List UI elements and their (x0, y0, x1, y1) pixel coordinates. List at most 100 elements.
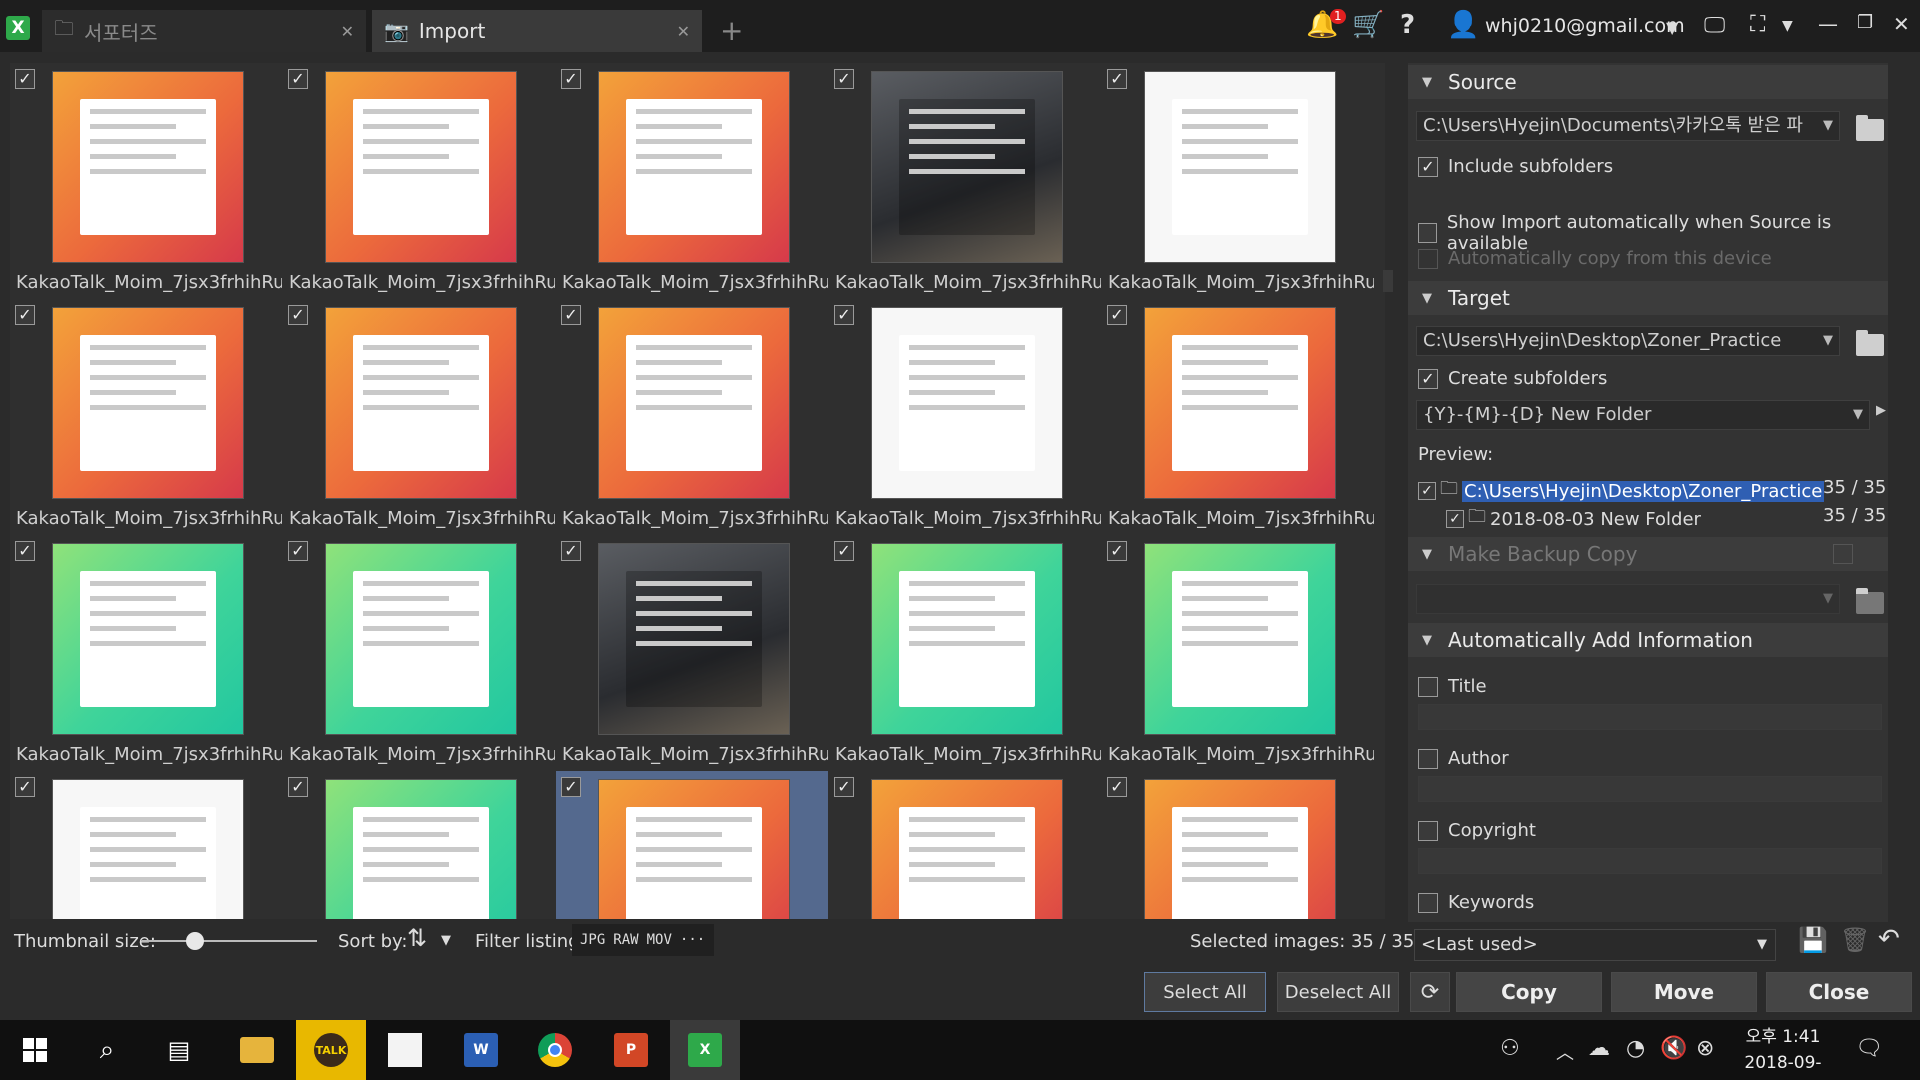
thumbnail-item[interactable]: ✓KakaoTalk_Moim_7jsx3frhihRu0... (829, 535, 1101, 771)
filter-raw[interactable]: RAW (613, 932, 638, 948)
volume-mute-icon[interactable]: 🔇 (1660, 1036, 1687, 1061)
thumbnail-image[interactable] (598, 543, 790, 735)
search-icon[interactable]: ⌕ (72, 1020, 142, 1080)
deselect-all-button[interactable]: Deselect All (1277, 972, 1399, 1012)
restore-icon[interactable]: ❐ (1857, 12, 1873, 33)
thumbnail-image[interactable] (598, 307, 790, 499)
thumbnail-image[interactable] (52, 543, 244, 735)
thumbnail-item[interactable]: ✓KakaoTalk_Moim_7jsx3frhihRu0... (283, 771, 555, 919)
tab-import[interactable]: 📷 Import ✕ (372, 10, 702, 52)
thumbnail-checkbox[interactable]: ✓ (1107, 541, 1127, 561)
thumbnail-checkbox[interactable]: ✓ (15, 305, 35, 325)
filter-listing[interactable]: JPG RAW MOV ··· (572, 924, 714, 956)
thumbnail-item[interactable]: ✓KakaoTalk_Moim_7jsx3frhihRu0... (829, 771, 1101, 919)
wifi-icon[interactable]: ◔ (1626, 1036, 1645, 1061)
title-input[interactable] (1418, 704, 1882, 730)
thumbnail-image[interactable] (871, 543, 1063, 735)
thumbnail-image[interactable] (598, 71, 790, 263)
thumbnail-checkbox[interactable]: ✓ (288, 305, 308, 325)
backup-checkbox[interactable] (1833, 544, 1853, 564)
checkbox[interactable] (1418, 676, 1438, 697)
thumbnail-item[interactable]: ✓KakaoTalk_Moim_7jsx3frhihRu0... (10, 771, 282, 919)
thumbnail-checkbox[interactable]: ✓ (561, 69, 581, 89)
people-icon[interactable]: ⚇ (1500, 1036, 1520, 1061)
checkbox[interactable] (1418, 892, 1438, 913)
thumbnail-checkbox[interactable]: ✓ (1107, 777, 1127, 797)
backup-section-header[interactable]: ▼ Make Backup Copy (1408, 537, 1888, 571)
thumbnail-image[interactable] (871, 71, 1063, 263)
thumbnail-checkbox[interactable]: ✓ (834, 777, 854, 797)
checkbox[interactable]: ✓ (1418, 368, 1438, 389)
save-preset-icon[interactable]: 💾 (1798, 926, 1828, 954)
thumbnail-checkbox[interactable]: ✓ (288, 541, 308, 561)
close-window-icon[interactable]: ✕ (1893, 12, 1910, 36)
thumbnail-image[interactable] (52, 779, 244, 919)
thumbnail-image[interactable] (325, 779, 517, 919)
author-checkbox[interactable]: Author (1418, 748, 1509, 769)
filter-jpg[interactable]: JPG (580, 932, 605, 948)
sort-order-icon[interactable]: ⇅ (407, 924, 427, 952)
close-circle-icon[interactable]: ⊗ (1696, 1036, 1714, 1061)
checkbox[interactable] (1418, 820, 1438, 841)
source-path-select[interactable]: C:\Users\Hyejin\Documents\카카오톡 받은 파 ▼ (1416, 111, 1840, 141)
chevron-down-icon[interactable]: ▼ (1666, 18, 1678, 37)
thumbnail-item[interactable]: ✓KakaoTalk_Moim_7jsx3frhihRu0... (556, 771, 828, 919)
thumbnail-checkbox[interactable]: ✓ (1107, 69, 1127, 89)
title-checkbox[interactable]: Title (1418, 676, 1487, 697)
fullscreen-icon[interactable]: ⛶ (1750, 12, 1765, 37)
thumbnail-checkbox[interactable]: ✓ (288, 69, 308, 89)
file-explorer-icon[interactable] (222, 1020, 292, 1080)
copyright-checkbox[interactable]: Copyright (1418, 820, 1536, 841)
thumbnail-item[interactable]: ✓KakaoTalk_Moim_7jsx3frhihRu0... (283, 535, 555, 771)
checkbox[interactable]: ✓ (1446, 510, 1464, 528)
thumbnail-image[interactable] (52, 71, 244, 263)
thumbnail-image[interactable] (325, 71, 517, 263)
browse-folder-icon[interactable] (1856, 330, 1884, 356)
grid-scrollbar[interactable] (1383, 270, 1393, 292)
thumbnail-image[interactable] (52, 307, 244, 499)
thumbnail-checkbox[interactable]: ✓ (834, 69, 854, 89)
zoner-photo-studio-icon[interactable]: X (670, 1020, 740, 1080)
folder-pattern-select[interactable]: {Y}-{M}-{D} New Folder ▼ (1416, 400, 1870, 430)
thumbnail-item[interactable]: ✓KakaoTalk_Moim_7jsx3frhihRu0... (556, 535, 828, 771)
thumbnail-item[interactable]: ✓KakaoTalk_Moim_7jsx3frhihRu0... (1102, 535, 1374, 771)
thumbnail-image[interactable] (325, 307, 517, 499)
user-email[interactable]: whj0210@gmail.com (1485, 15, 1685, 37)
action-center-icon[interactable]: 🗨 (1855, 1036, 1883, 1061)
thumbnail-checkbox[interactable]: ✓ (288, 777, 308, 797)
thumbnail-item[interactable]: ✓KakaoTalk_Moim_7jsx3frhihRu0... (283, 63, 555, 299)
author-input[interactable] (1418, 776, 1882, 802)
refresh-icon[interactable]: ⟳ (1410, 972, 1450, 1012)
chrome-icon[interactable] (520, 1020, 590, 1080)
help-icon[interactable]: ? (1400, 10, 1415, 40)
tab-supporters[interactable]: 🗀 서포터즈 ✕ (42, 10, 366, 52)
panel-scrollbar[interactable] (1895, 66, 1907, 918)
checkbox[interactable] (1418, 748, 1438, 769)
thumbnail-image[interactable] (1144, 543, 1336, 735)
thumbnail-checkbox[interactable]: ✓ (834, 305, 854, 325)
thumbnail-item[interactable]: ✓KakaoTalk_Moim_7jsx3frhihRu0... (829, 63, 1101, 299)
system-clock[interactable]: 오후 1:41 2018-09-29 (1735, 1024, 1831, 1080)
thumbnail-item[interactable]: ✓KakaoTalk_Moim_7jsx3frhihRu0... (556, 299, 828, 535)
task-view-icon[interactable]: ▤ (144, 1020, 214, 1080)
thumbnail-image[interactable] (598, 779, 790, 919)
thumbnail-item[interactable]: ✓KakaoTalk_Moim_7jsx3frhihRu0... (10, 63, 282, 299)
thumbnail-image[interactable] (1144, 779, 1336, 919)
thumbnail-image[interactable] (1144, 71, 1336, 263)
select-all-button[interactable]: Select All (1144, 972, 1266, 1012)
auto-info-section-header[interactable]: ▼ Automatically Add Information (1408, 623, 1888, 657)
undo-icon[interactable]: ↶ (1878, 924, 1900, 954)
minimize-icon[interactable]: — (1818, 12, 1838, 36)
checkbox[interactable]: ✓ (1418, 156, 1438, 177)
thumbnail-checkbox[interactable]: ✓ (15, 69, 35, 89)
chevron-up-icon[interactable]: ︿ (1556, 1039, 1574, 1065)
thumbnail-image[interactable] (871, 779, 1063, 919)
preset-select[interactable]: <Last used> ▼ (1414, 929, 1776, 961)
preview-child-folder[interactable]: ✓ 🗀 2018-08-03 New Folder (1446, 504, 1701, 534)
powerpoint-icon[interactable]: P (596, 1020, 666, 1080)
user-icon[interactable]: 👤 (1447, 10, 1479, 40)
thumbnail-checkbox[interactable]: ✓ (561, 777, 581, 797)
copy-button[interactable]: Copy (1456, 972, 1602, 1012)
windows-start-icon[interactable] (0, 1020, 70, 1080)
close-button[interactable]: Close (1766, 972, 1912, 1012)
